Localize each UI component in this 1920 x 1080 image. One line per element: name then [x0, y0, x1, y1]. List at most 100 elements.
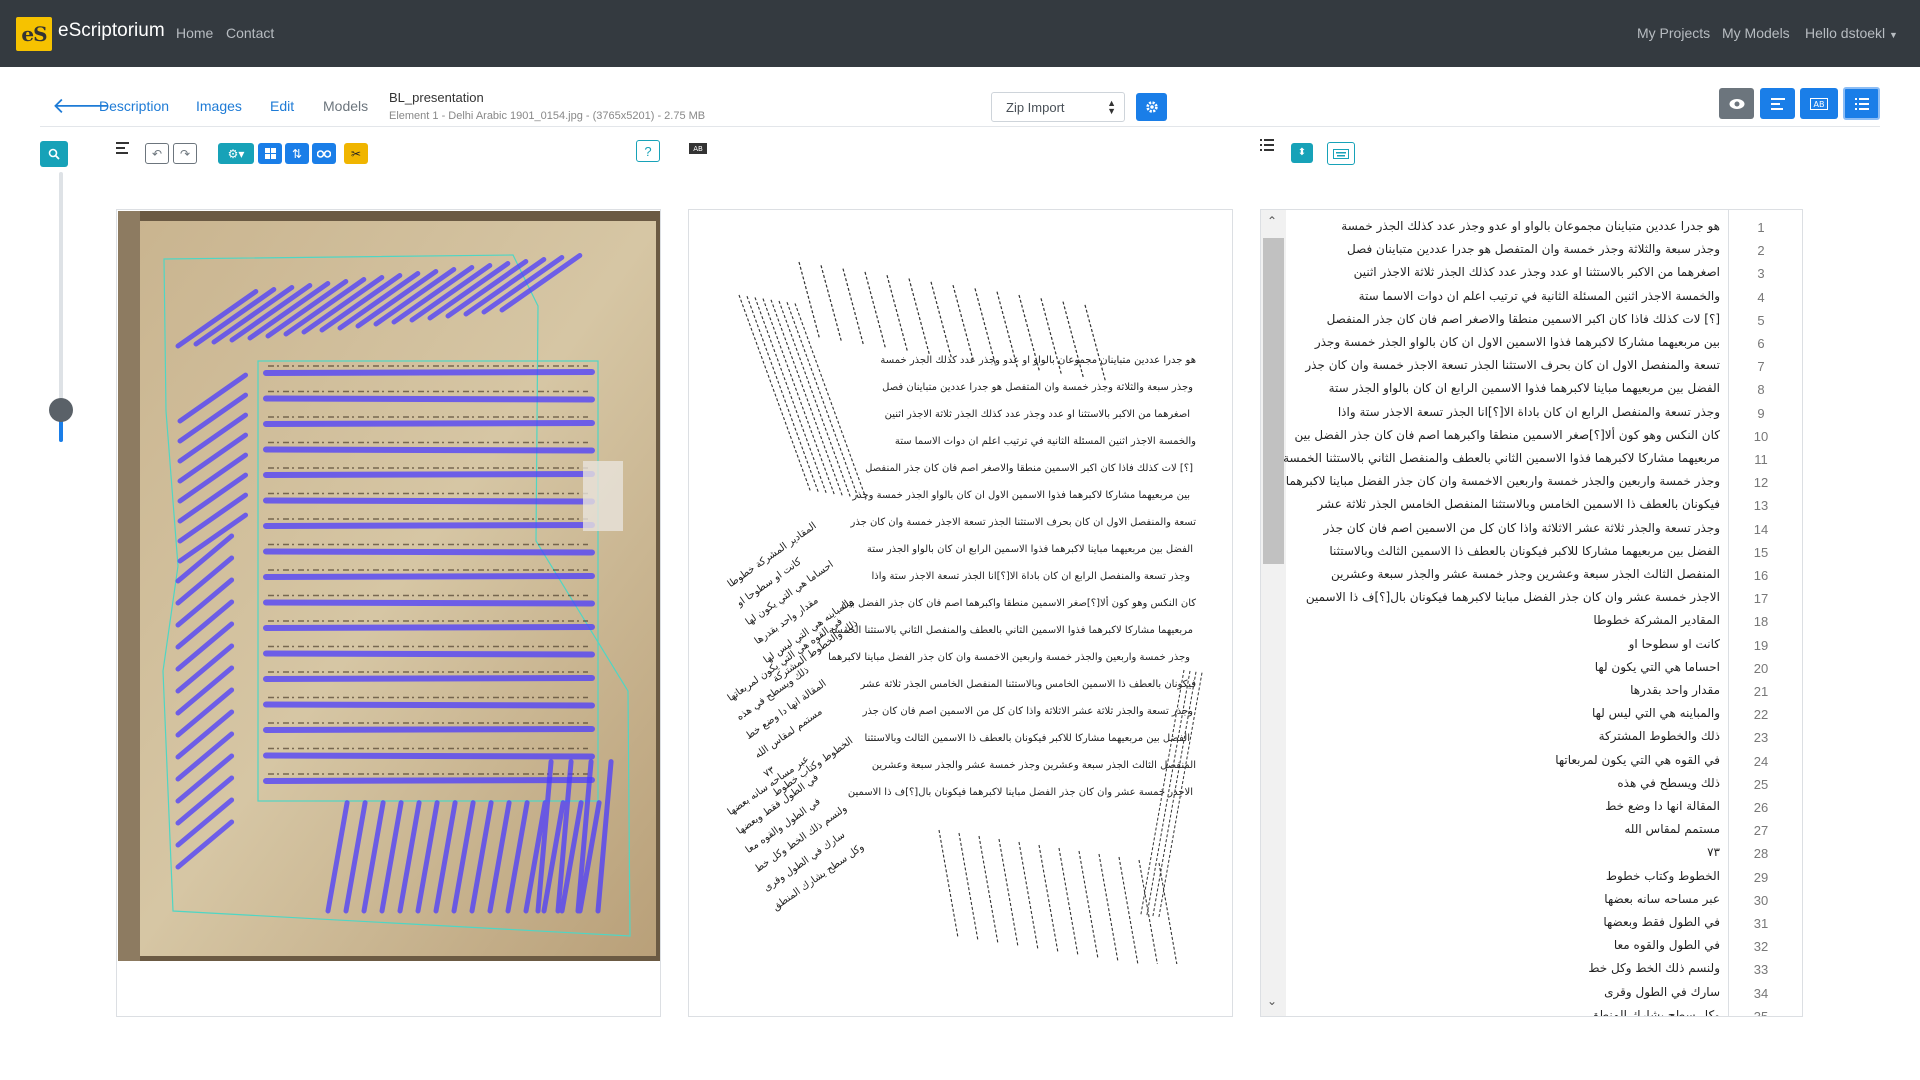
- list-item[interactable]: في الطول فقط وبعضها 31: [1287, 912, 1802, 935]
- line-text[interactable]: المقادير المشركة خطوطا: [1593, 613, 1720, 627]
- line-text[interactable]: اصغرهما من الاكبر بالاستثنا او عدد وجذر …: [1354, 265, 1720, 279]
- list-item[interactable]: وجذر تسعة والجذر ثلاثة عشر الاثلاثة واذا…: [1287, 518, 1802, 541]
- line-text[interactable]: كان النكس وهو كون ألا[؟]صغر الاسمين منطق…: [1295, 428, 1720, 442]
- toggle-segmentation-view-button[interactable]: [1760, 88, 1795, 119]
- manuscript-scan[interactable]: [118, 211, 660, 961]
- list-scrollbar[interactable]: ⌃ ⌄: [1261, 210, 1286, 1016]
- toggle-diplomatic-view-button[interactable]: [1843, 87, 1880, 120]
- list-item[interactable]: والمباينه هي التي ليس لها 22: [1287, 703, 1802, 726]
- visualisation-line[interactable]: وجذر تسعة والمنفصل الرابع ان كان باداة ا…: [872, 571, 1190, 582]
- keyboard-button[interactable]: [1327, 142, 1355, 165]
- line-text[interactable]: مستمم لمقاس الله: [1624, 822, 1720, 836]
- line-text[interactable]: عبر مساحه سانه بعضها: [1604, 892, 1720, 906]
- sort-lines-button[interactable]: ⬍: [1291, 143, 1313, 163]
- line-text[interactable]: كانت او سطوحا او: [1629, 637, 1720, 651]
- nav-my-models-link[interactable]: My Models: [1722, 25, 1790, 41]
- visualisation-line[interactable]: [؟] لات كذلك فاذا كان اكبر الاسمين منطقا…: [865, 463, 1193, 474]
- line-text[interactable]: وجذر سبعة والثلاثة وجذر خمسة وان المتفصل…: [1347, 242, 1720, 256]
- line-text[interactable]: وجذر تسعة والجذر ثلاثة عشر الاثلاثة واذا…: [1324, 521, 1721, 535]
- line-text[interactable]: والمباينه هي التي ليس لها: [1592, 706, 1720, 720]
- line-text[interactable]: والخمسة الاجذر اثنين المسئلة الثانية في …: [1359, 289, 1720, 303]
- list-item[interactable]: مربعيهما مشاركا لاكبرهما فذوا الاسمين ال…: [1283, 448, 1802, 471]
- list-item[interactable]: هو جدرا عددين متباينان مجموعان بالواو او…: [1287, 216, 1802, 239]
- visualisation-line[interactable]: فيكونان بالعطف ذا الاسمين الخامس وبالاست…: [861, 679, 1197, 690]
- transcription-line-list[interactable]: ⌃ ⌄ هو جدرا عددين متباينان مجموعان بالوا…: [1261, 210, 1802, 1016]
- line-text[interactable]: وكل سطح يشارك المنطق: [1590, 1008, 1720, 1016]
- list-item[interactable]: كان النكس وهو كون ألا[؟]صغر الاسمين منطق…: [1287, 425, 1802, 448]
- list-item[interactable]: تسعة والمنفصل الاول ان كان بحرف الاستثنا…: [1287, 355, 1802, 378]
- tab-models[interactable]: Models: [323, 98, 368, 114]
- redo-button[interactable]: ↷: [173, 143, 197, 164]
- line-text[interactable]: في الطول والقوه معا: [1614, 938, 1720, 952]
- list-item[interactable]: الخطوط وكتاب خطوط 29: [1287, 866, 1802, 889]
- line-text[interactable]: ذلك والخطوط المشتركة: [1599, 729, 1720, 743]
- list-item[interactable]: وجذر سبعة والثلاثة وجذر خمسة وان المتفصل…: [1287, 239, 1802, 262]
- escriptorium-logo[interactable]: eS: [16, 17, 52, 51]
- line-text[interactable]: المنفصل الثالث الجذر سبعة وعشرين وجذر خم…: [1331, 567, 1720, 581]
- line-text[interactable]: تسعة والمنفصل الاول ان كان بحرف الاستثنا…: [1305, 358, 1720, 372]
- list-item[interactable]: المقادير المشركة خطوطا 18: [1287, 610, 1802, 633]
- line-text[interactable]: وجذر خمسة واربعين والجذر خمسة واربعين ال…: [1286, 474, 1720, 488]
- visualisation-line[interactable]: المنفصل الثالث الجذر سبعة وعشرين وجذر خم…: [872, 760, 1196, 771]
- list-item[interactable]: ذلك والخطوط المشتركة 23: [1287, 726, 1802, 749]
- list-item[interactable]: كانت او سطوحا او 19: [1287, 634, 1802, 657]
- import-select[interactable]: Zip Import ▲ ▼: [991, 92, 1125, 122]
- list-item[interactable]: المقالة انها دا وضع خط 26: [1287, 796, 1802, 819]
- scroll-up-arrow-icon[interactable]: ⌃: [1267, 214, 1277, 228]
- line-text[interactable]: [؟] لات كذلك فاذا كان اكبر الاسمين منطقا…: [1327, 312, 1720, 326]
- list-item[interactable]: مستمم لمقاس الله 27: [1287, 819, 1802, 842]
- visualisation-line[interactable]: اصغرهما من الاكبر بالاستثنا او عدد وجذر …: [885, 409, 1190, 420]
- scroll-down-arrow-icon[interactable]: ⌄: [1267, 994, 1277, 1008]
- scrollbar-thumb[interactable]: [1263, 238, 1284, 564]
- list-item[interactable]: وجذر تسعة والمنفصل الرابع ان كان باداة ا…: [1287, 402, 1802, 425]
- undo-button[interactable]: ↶: [145, 143, 169, 164]
- visualisation-line[interactable]: هو جدرا عددين متباينان مجموعان بالواو او…: [880, 355, 1196, 366]
- visualisation-line[interactable]: كان النكس وهو كون ألا[؟]صغر الاسمين منطق…: [841, 598, 1196, 609]
- list-item[interactable]: في الطول والقوه معا 32: [1287, 935, 1802, 958]
- user-menu[interactable]: Hello dstoekl ▼: [1805, 25, 1898, 41]
- line-text[interactable]: مقدار واحد بقدرها: [1630, 683, 1720, 697]
- nav-my-projects-link[interactable]: My Projects: [1637, 25, 1710, 41]
- manuscript-image[interactable]: [118, 211, 660, 961]
- visualisation-line[interactable]: والخمسة الاجذر اثنين المسئلة الثانية في …: [895, 436, 1196, 447]
- brand-name[interactable]: eScriptorium: [58, 20, 165, 42]
- visualisation-canvas[interactable]: هو جدرا عددين متباينان مجموعان بالواو او…: [689, 210, 1230, 964]
- list-item[interactable]: بين مربعيهما مشاركا لاكبرهما فذوا الاسمي…: [1287, 332, 1802, 355]
- visualisation-line[interactable]: وجذر خمسة واربعين والجذر خمسة واربعين ال…: [828, 652, 1190, 663]
- list-item[interactable]: الاجذر خمسة عشر وان كان جذر الفضل مباينا…: [1287, 587, 1802, 610]
- toggle-source-view-button[interactable]: [1719, 88, 1754, 119]
- list-item[interactable]: [؟] لات كذلك فاذا كان اكبر الاسمين منطقا…: [1287, 309, 1802, 332]
- list-item[interactable]: ٧٣ 28: [1287, 842, 1802, 865]
- line-text[interactable]: هو جدرا عددين متباينان مجموعان بالواو او…: [1341, 219, 1720, 233]
- visualisation-line[interactable]: مربعيهما مشاركا لاكبرهما فذوا الاسمين ال…: [829, 625, 1193, 636]
- tab-edit[interactable]: Edit: [270, 98, 294, 114]
- list-item[interactable]: والخمسة الاجذر اثنين المسئلة الثانية في …: [1287, 286, 1802, 309]
- auto-segment-button[interactable]: ⚙▾: [218, 143, 254, 164]
- visualisation-line[interactable]: وجذر سبعة والثلاثة وجذر خمسة وان المتفصل…: [882, 382, 1193, 393]
- toggle-ordering-button[interactable]: ⇅: [285, 143, 309, 164]
- visualisation-line[interactable]: تسعة والمنفصل الاول ان كان بحرف الاستثنا…: [851, 517, 1197, 528]
- line-text[interactable]: سارك في الطول وقرى: [1604, 985, 1720, 999]
- line-text[interactable]: ولنسم ذلك الخط وكل خط: [1588, 961, 1720, 975]
- line-text[interactable]: ذلك ويسطح في هذه: [1617, 776, 1720, 790]
- tab-images[interactable]: Images: [196, 98, 242, 114]
- zoom-button[interactable]: [40, 141, 68, 167]
- list-item[interactable]: عبر مساحه سانه بعضها 30: [1287, 889, 1802, 912]
- list-item[interactable]: احساما هي التي يكون لها 20: [1287, 657, 1802, 680]
- toggle-masks-button[interactable]: [312, 143, 336, 164]
- list-item[interactable]: ولنسم ذلك الخط وكل خط 33: [1287, 958, 1802, 981]
- line-text[interactable]: فيكونان بالعطف ذا الاسمين الخامس وبالاست…: [1317, 497, 1720, 511]
- line-text[interactable]: مربعيهما مشاركا لاكبرهما فذوا الاسمين ال…: [1283, 451, 1720, 465]
- line-text[interactable]: احساما هي التي يكون لها: [1595, 660, 1720, 674]
- help-button[interactable]: ?: [636, 140, 660, 162]
- list-item[interactable]: فيكونان بالعطف ذا الاسمين الخامس وبالاست…: [1287, 494, 1802, 517]
- list-item[interactable]: في القوه هي التي يكون لمربعاتها 24: [1287, 750, 1802, 773]
- nav-home-link[interactable]: Home: [176, 25, 213, 41]
- line-text[interactable]: في القوه هي التي يكون لمربعاتها: [1555, 753, 1720, 767]
- line-text[interactable]: الفضل بين مربعيهما مباينا لاكبرهما فذوا …: [1329, 381, 1720, 395]
- list-item[interactable]: وجذر خمسة واربعين والجذر خمسة واربعين ال…: [1286, 471, 1802, 494]
- cut-tool-button[interactable]: ✂: [344, 143, 368, 164]
- toggle-regions-button[interactable]: [258, 143, 282, 164]
- list-item[interactable]: وكل سطح يشارك المنطق 35: [1287, 1005, 1802, 1016]
- tab-description[interactable]: Description: [99, 98, 169, 114]
